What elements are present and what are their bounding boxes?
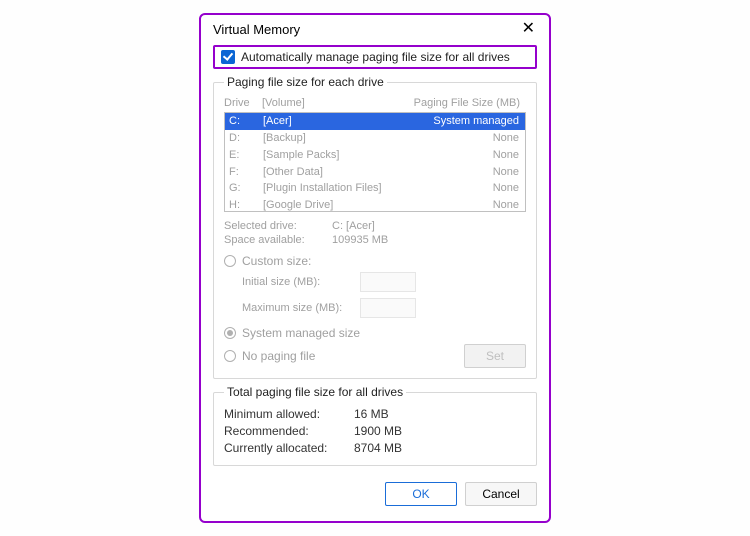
drive-letter: E: [229,148,263,163]
auto-manage-row[interactable]: Automatically manage paging file size fo… [213,45,537,69]
space-available-value: 109935 MB [332,234,388,246]
drive-list[interactable]: C: [Acer] System managed D: [Backup] Non… [224,112,526,212]
drive-row[interactable]: H: [Google Drive] None [225,197,525,212]
per-drive-fieldset: Paging file size for each drive Drive [V… [213,75,537,379]
header-volume: [Volume] [262,97,402,109]
drive-row[interactable]: C: [Acer] System managed [225,113,525,130]
auto-manage-checkbox[interactable] [221,50,235,64]
custom-size-radio[interactable] [224,255,236,267]
header-drive: Drive [224,97,262,109]
drive-letter: D: [229,131,263,146]
drive-row[interactable]: G: [Plugin Installation Files] None [225,180,525,197]
drive-size: System managed [403,114,521,129]
custom-size-label: Custom size: [242,254,311,268]
recommended-value: 1900 MB [354,424,402,438]
dialog-action-row: OK Cancel [201,476,549,516]
drive-list-header: Drive [Volume] Paging File Size (MB) [224,95,526,112]
totals-fieldset: Total paging file size for all drives Mi… [213,385,537,466]
drive-letter: C: [229,114,263,129]
space-available-label: Space available: [224,234,332,246]
system-managed-label: System managed size [242,326,360,340]
custom-size-inputs: Initial size (MB): Maximum size (MB): [242,272,526,318]
currently-allocated-label: Currently allocated: [224,441,354,455]
drive-volume: [Other Data] [263,165,403,180]
selected-drive-value: C: [Acer] [332,220,375,232]
system-managed-radio-row[interactable]: System managed size [224,326,526,340]
ok-button[interactable]: OK [385,482,457,506]
drive-letter: F: [229,165,263,180]
no-paging-radio-row[interactable]: No paging file [224,349,315,363]
selected-drive-info: Selected drive: C: [Acer] Space availabl… [224,220,526,246]
auto-manage-label: Automatically manage paging file size fo… [241,50,510,64]
header-paging-size: Paging File Size (MB) [402,97,526,109]
cancel-button[interactable]: Cancel [465,482,537,506]
drive-volume: [Plugin Installation Files] [263,181,403,196]
drive-size: None [403,198,521,212]
drive-letter: G: [229,181,263,196]
titlebar: Virtual Memory ✕ [201,15,549,41]
custom-size-radio-row[interactable]: Custom size: [224,254,526,268]
per-drive-legend: Paging file size for each drive [224,75,387,89]
totals-legend: Total paging file size for all drives [224,385,406,399]
drive-size: None [403,148,521,163]
drive-volume: [Acer] [263,114,403,129]
initial-size-input[interactable] [360,272,416,292]
drive-row[interactable]: D: [Backup] None [225,130,525,147]
close-icon[interactable]: ✕ [518,21,539,37]
drive-row[interactable]: E: [Sample Packs] None [225,147,525,164]
selected-drive-label: Selected drive: [224,220,332,232]
min-allowed-label: Minimum allowed: [224,407,354,421]
drive-row[interactable]: F: [Other Data] None [225,164,525,181]
initial-size-label: Initial size (MB): [242,276,360,288]
no-paging-radio[interactable] [224,350,236,362]
drive-volume: [Backup] [263,131,403,146]
no-paging-label: No paging file [242,349,315,363]
system-managed-radio[interactable] [224,327,236,339]
min-allowed-value: 16 MB [354,407,389,421]
maximum-size-label: Maximum size (MB): [242,302,360,314]
window-title: Virtual Memory [213,22,300,37]
drive-volume: [Google Drive] [263,198,403,212]
drive-letter: H: [229,198,263,212]
dialog-content: Automatically manage paging file size fo… [201,41,549,476]
currently-allocated-value: 8704 MB [354,441,402,455]
drive-volume: [Sample Packs] [263,148,403,163]
set-button[interactable]: Set [464,344,526,368]
recommended-label: Recommended: [224,424,354,438]
drive-size: None [403,165,521,180]
drive-size: None [403,181,521,196]
drive-size: None [403,131,521,146]
maximum-size-input[interactable] [360,298,416,318]
virtual-memory-dialog: Virtual Memory ✕ Automatically manage pa… [199,13,551,523]
